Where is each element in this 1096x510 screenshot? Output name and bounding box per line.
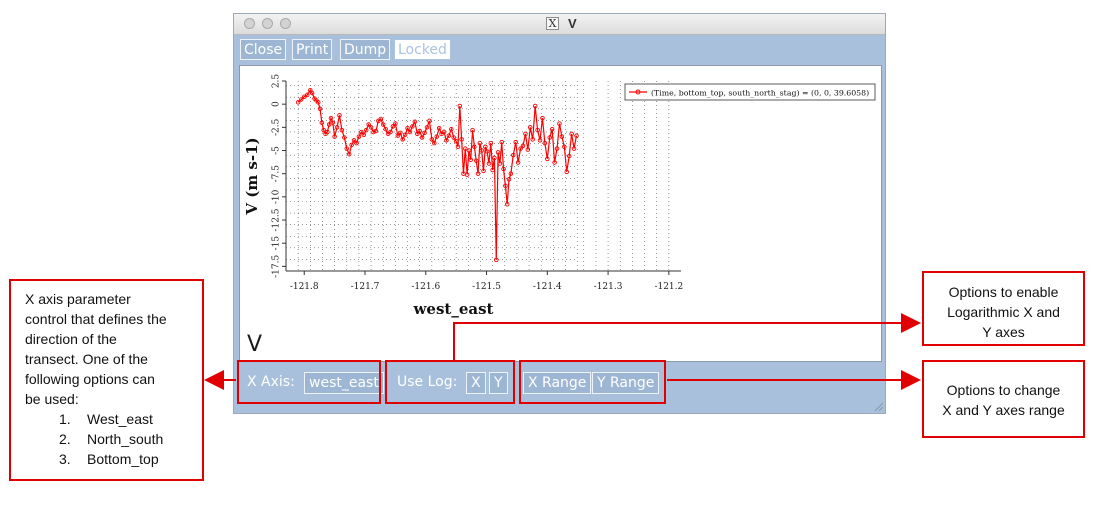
log-arrow xyxy=(453,313,921,360)
log-annotation: Options to enable Logarithmic X and Y ax… xyxy=(922,271,1085,346)
annotation-line: transect. One of the xyxy=(25,351,148,367)
annotation-line: X axis parameter xyxy=(25,291,131,307)
annotation-line: X and Y axes range xyxy=(942,402,1065,418)
annotation-line: following options can xyxy=(25,371,155,387)
annotation-line: Logarithmic X and xyxy=(947,304,1060,320)
annotation-line: Options to enable xyxy=(948,284,1059,300)
annotation-line: control that defines the xyxy=(25,311,167,327)
annotation-line: direction of the xyxy=(25,331,117,347)
option-item: 3. Bottom_top xyxy=(59,451,159,467)
annotation-line: be used: xyxy=(25,391,79,407)
range-annotation: Options to change X and Y axes range xyxy=(922,360,1085,438)
annotation-line: Options to change xyxy=(946,382,1061,398)
option-item: 2. North_south xyxy=(59,431,164,447)
x-axis-annotation: X axis parameter control that defines th… xyxy=(9,279,204,481)
option-item: 1. West_east xyxy=(59,411,153,427)
annotation-line: Y axes xyxy=(982,324,1025,340)
